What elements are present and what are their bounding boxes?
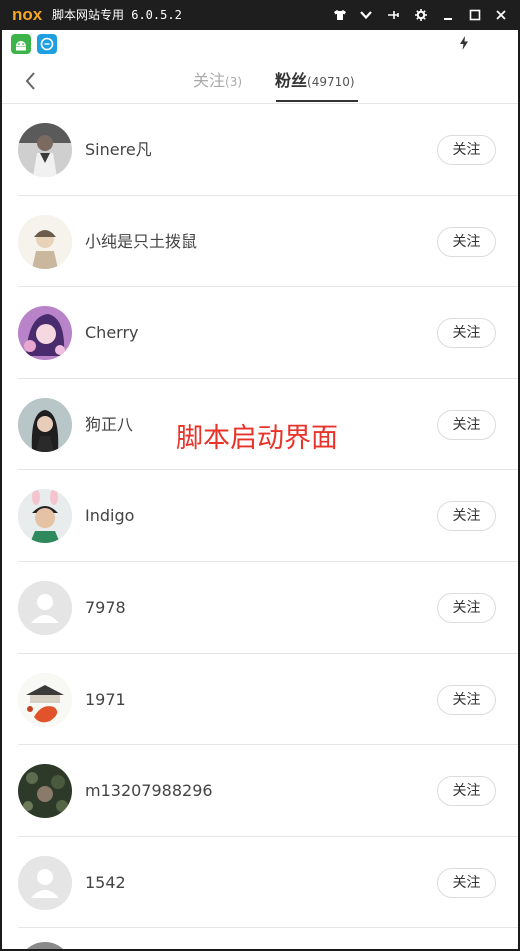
app-store-icon — [37, 34, 57, 54]
tab-following-count: (3) — [225, 75, 243, 89]
avatar[interactable] — [18, 123, 72, 177]
default-avatar-icon[interactable] — [18, 580, 72, 635]
window-title: 脚本网站专用 6.0.5.2 — [52, 8, 182, 22]
user-name: m13207988296 — [85, 781, 213, 801]
status-bar — [2, 30, 518, 58]
list-item[interactable]: Cherry 关注 — [2, 287, 518, 379]
avatar[interactable] — [18, 489, 72, 544]
user-name: 1542 — [85, 872, 126, 892]
list-item[interactable]: 小纯是只土拨鼠 关注 — [2, 196, 518, 288]
list-item[interactable]: Sinere凡 关注 — [2, 104, 518, 196]
avatar — [18, 942, 72, 949]
chevron-left-icon[interactable] — [20, 68, 44, 94]
android-app-icon — [11, 34, 31, 54]
follow-button[interactable]: 关注 — [437, 776, 496, 807]
avatar[interactable] — [18, 214, 72, 269]
list-item[interactable]: m13207988296 关注 — [2, 745, 518, 837]
follow-button[interactable]: 关注 — [437, 684, 496, 715]
minimize-icon[interactable] — [438, 5, 458, 25]
user-name: 7978 — [85, 597, 126, 617]
follow-button[interactable]: 关注 — [437, 501, 496, 532]
follow-button[interactable]: 关注 — [437, 409, 496, 440]
list-item-partial — [2, 928, 518, 949]
active-tab-indicator — [276, 100, 358, 102]
user-name: 小纯是只土拨鼠 — [85, 231, 198, 251]
avatar[interactable] — [18, 764, 72, 819]
follow-button[interactable]: 关注 — [437, 226, 496, 257]
user-name: Cherry — [85, 323, 139, 343]
list-item[interactable]: Indigo 关注 — [2, 470, 518, 562]
tab-fans-count: (49710) — [307, 75, 355, 89]
user-name: Indigo — [85, 506, 135, 526]
avatar[interactable] — [18, 397, 72, 452]
nox-logo: nox — [12, 5, 43, 24]
list-item[interactable]: 7978 关注 — [2, 562, 518, 654]
tab-fans-label: 粉丝 — [275, 71, 308, 90]
phone-screen: 关注(3) 粉丝(49710) Sinere凡 关注 小纯是只土拨鼠 关注 Ch… — [2, 30, 518, 949]
follow-button[interactable]: 关注 — [437, 135, 496, 165]
charging-icon — [460, 36, 468, 50]
top-navigation: 关注(3) 粉丝(49710) — [2, 58, 518, 104]
gear-icon[interactable] — [411, 5, 431, 25]
shirt-icon[interactable] — [330, 5, 350, 25]
maximize-icon[interactable] — [465, 5, 485, 25]
user-name: 1971 — [85, 689, 126, 709]
chevron-down-icon[interactable] — [356, 5, 376, 25]
tab-following-label: 关注 — [193, 71, 226, 90]
emulator-titlebar: nox 脚本网站专用 6.0.5.2 — [0, 0, 520, 30]
pin-icon[interactable] — [383, 5, 403, 25]
fans-list: Sinere凡 关注 小纯是只土拨鼠 关注 Cherry 关注 狗正八 关注 I… — [2, 104, 518, 949]
list-item[interactable]: 1542 关注 — [2, 837, 518, 929]
user-name: Sinere凡 — [85, 140, 152, 159]
follow-button[interactable]: 关注 — [437, 318, 496, 349]
tab-fans[interactable]: 粉丝(49710) — [275, 70, 355, 92]
avatar[interactable] — [18, 672, 72, 727]
list-item[interactable]: 1971 关注 — [2, 654, 518, 746]
tab-following[interactable]: 关注(3) — [193, 70, 242, 92]
follow-button[interactable]: 关注 — [437, 867, 496, 898]
script-overlay-label: 脚本启动界面 — [176, 423, 338, 454]
avatar[interactable] — [18, 306, 72, 361]
user-name: 狗正八 — [85, 414, 134, 434]
close-icon[interactable] — [491, 5, 511, 25]
default-avatar-icon[interactable] — [18, 855, 72, 910]
follow-button[interactable]: 关注 — [437, 592, 496, 623]
